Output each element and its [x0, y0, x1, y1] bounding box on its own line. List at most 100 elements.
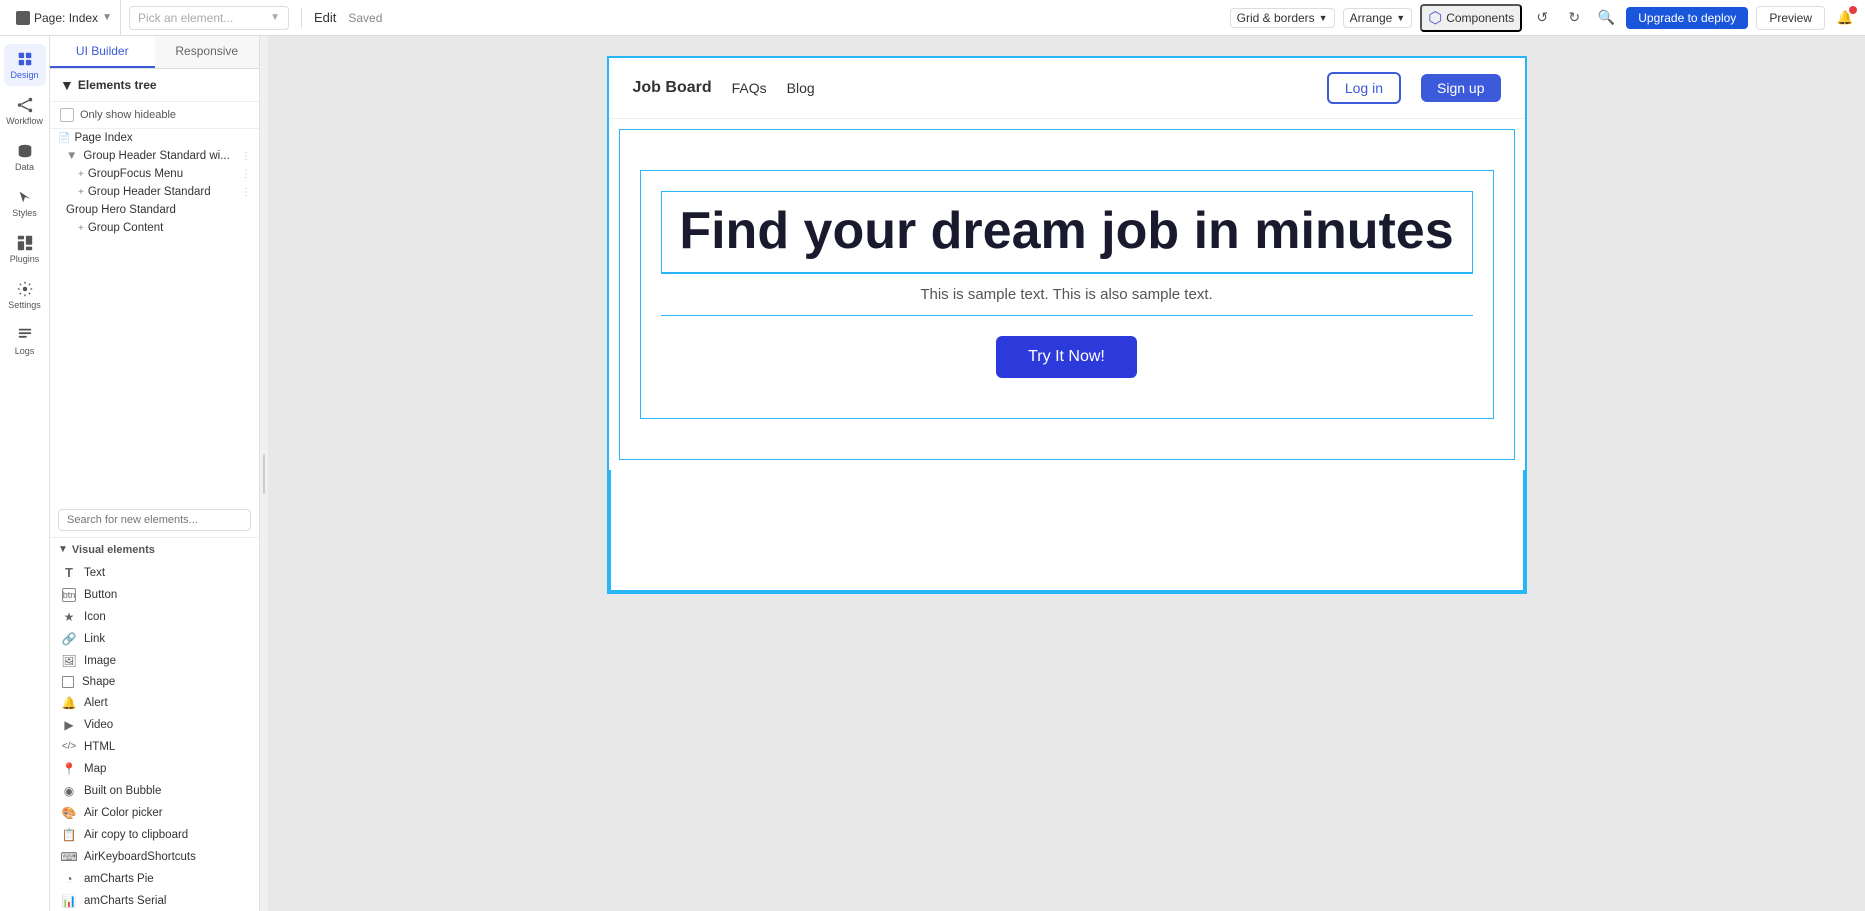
- nav-blog[interactable]: Blog: [787, 80, 815, 96]
- tab-responsive[interactable]: Responsive: [155, 36, 260, 68]
- groupfocus-dots[interactable]: ⋮: [241, 169, 251, 180]
- element-item-amcharts-serial[interactable]: 📊 amCharts Serial: [50, 890, 259, 911]
- canvas-footer-section: [609, 470, 1525, 592]
- left-panel-tabs: UI Builder Responsive: [50, 36, 259, 69]
- tree-items-list: 📄 Page Index ▼ Group Header Standard wi.…: [50, 129, 259, 503]
- design-label: Design: [10, 70, 38, 80]
- arrange-chevron-icon: ▼: [1396, 13, 1405, 23]
- tree-item-page-index[interactable]: 📄 Page Index: [50, 129, 259, 147]
- nav-faqs[interactable]: FAQs: [732, 80, 767, 96]
- saved-status: Saved: [348, 11, 382, 25]
- search-elements-input[interactable]: [58, 509, 251, 531]
- components-cube-icon: ⬡: [1428, 8, 1442, 28]
- canvas-nav: Job Board FAQs Blog Log in Sign up: [609, 58, 1525, 119]
- sidebar-item-logs[interactable]: Logs: [4, 320, 46, 362]
- settings-icon: [16, 280, 34, 298]
- element-item-link[interactable]: 🔗 Link: [50, 628, 259, 650]
- page-dropdown-icon[interactable]: ▼: [102, 12, 112, 23]
- sidebar-item-settings[interactable]: Settings: [4, 274, 46, 316]
- undo-button[interactable]: ↺: [1530, 6, 1554, 30]
- page-icon: [16, 11, 30, 25]
- elements-tree-header: ▼ Elements tree: [50, 69, 259, 102]
- components-button[interactable]: ⬡ Components: [1420, 4, 1522, 32]
- grid-chevron-icon: ▼: [1319, 13, 1328, 23]
- nav-job-board[interactable]: Job Board: [633, 79, 712, 97]
- redo-button[interactable]: ↻: [1562, 6, 1586, 30]
- hero-section: Find your dream job in minutes This is s…: [619, 129, 1515, 460]
- tree-item-group-hero-standard[interactable]: Group Hero Standard: [50, 201, 259, 219]
- amcharts-pie-icon: ◔: [62, 872, 76, 886]
- air-color-picker-icon: 🎨: [62, 806, 76, 820]
- arrange-label: Arrange: [1350, 11, 1393, 25]
- search-button[interactable]: 🔍: [1594, 6, 1618, 30]
- air-copy-clipboard-icon: 📋: [62, 828, 76, 842]
- element-item-image[interactable]: 🖼 Image: [50, 650, 259, 672]
- upgrade-button[interactable]: Upgrade to deploy: [1626, 7, 1748, 29]
- plugins-icon: [16, 234, 34, 252]
- tab-ui-builder[interactable]: UI Builder: [50, 36, 155, 68]
- chevron-right-icon[interactable]: ▼: [60, 77, 74, 93]
- only-show-hideable-label: Only show hideable: [80, 109, 176, 121]
- element-item-icon[interactable]: ★ Icon: [50, 606, 259, 628]
- element-item-alert[interactable]: 🔔 Alert: [50, 692, 259, 714]
- shape-element-icon: [62, 676, 74, 688]
- tree-item-groupfocus-menu[interactable]: + GroupFocus Menu ⋮: [50, 165, 259, 183]
- only-show-hideable-checkbox[interactable]: [60, 108, 74, 122]
- page-indicator[interactable]: Page: Index ▼: [8, 0, 121, 35]
- hero-cta-box: Try It Now!: [661, 315, 1473, 398]
- element-item-video[interactable]: ▶ Video: [50, 714, 259, 736]
- sidebar-item-plugins[interactable]: Plugins: [4, 228, 46, 270]
- nav-login-button[interactable]: Log in: [1327, 72, 1401, 104]
- hero-inner: Find your dream job in minutes This is s…: [640, 170, 1494, 419]
- grid-borders-button[interactable]: Grid & borders ▼: [1230, 8, 1335, 28]
- tree-item-group-content[interactable]: + Group Content: [50, 219, 259, 237]
- element-item-map[interactable]: 📍 Map: [50, 758, 259, 780]
- hero-title: Find your dream job in minutes: [672, 202, 1462, 262]
- visual-elements-section: ▼ Visual elements T Text btn Button ★ Ic…: [50, 538, 259, 911]
- link-element-icon: 🔗: [62, 632, 76, 646]
- divider-1: [301, 8, 302, 28]
- resize-handle[interactable]: [260, 36, 268, 911]
- element-item-shape[interactable]: Shape: [50, 672, 259, 692]
- elements-tree-title: ▼ Elements tree: [60, 77, 157, 93]
- preview-button[interactable]: Preview: [1756, 6, 1825, 30]
- amcharts-serial-icon: 📊: [62, 894, 76, 908]
- group-header-standard-icon: +: [78, 187, 84, 198]
- main-layout: Design Workflow Data Styles Plugins Sett…: [0, 36, 1865, 911]
- element-item-air-color-picker[interactable]: 🎨 Air Color picker: [50, 802, 259, 824]
- tree-item-group-header-standard-inner[interactable]: + Group Header Standard ⋮: [50, 183, 259, 201]
- element-item-airkeyboard[interactable]: ⌨ AirKeyboardShortcuts: [50, 846, 259, 868]
- notification-button[interactable]: 🔔: [1833, 6, 1857, 30]
- sidebar-item-workflow[interactable]: Workflow: [4, 90, 46, 132]
- groupfocus-menu-icon: +: [78, 169, 84, 180]
- logs-label: Logs: [15, 346, 35, 356]
- html-element-icon: </>: [62, 740, 76, 754]
- edit-button[interactable]: Edit: [314, 10, 336, 25]
- page-index-icon: 📄: [58, 133, 70, 144]
- notification-badge: [1849, 6, 1857, 14]
- element-item-button[interactable]: btn Button: [50, 584, 259, 606]
- topbar: Page: Index ▼ Pick an element... ▼ Edit …: [0, 0, 1865, 36]
- pick-element-dropdown[interactable]: Pick an element... ▼: [129, 6, 289, 30]
- sidebar-item-styles[interactable]: Styles: [4, 182, 46, 224]
- page-label: Page: Index: [34, 11, 98, 25]
- element-item-html[interactable]: </> HTML: [50, 736, 259, 758]
- element-item-air-copy-clipboard[interactable]: 📋 Air copy to clipboard: [50, 824, 259, 846]
- tree-item-group-header-standard[interactable]: ▼ Group Header Standard wi... ⋮: [50, 147, 259, 165]
- sidebar-item-data[interactable]: Data: [4, 136, 46, 178]
- element-item-built-on-bubble[interactable]: ◉ Built on Bubble: [50, 780, 259, 802]
- hero-cta-button[interactable]: Try It Now!: [996, 336, 1137, 378]
- element-item-amcharts-pie[interactable]: ◔ amCharts Pie: [50, 868, 259, 890]
- nav-signup-button[interactable]: Sign up: [1421, 74, 1500, 102]
- group-header-dots[interactable]: ⋮: [241, 151, 251, 162]
- element-item-text[interactable]: T Text: [50, 562, 259, 584]
- hero-subtitle: This is sample text. This is also sample…: [673, 286, 1461, 303]
- pick-element-chevron: ▼: [270, 12, 280, 23]
- canvas-wrapper: Job Board FAQs Blog Log in Sign up Find …: [607, 56, 1527, 594]
- visual-elements-header[interactable]: ▼ Visual elements: [50, 538, 259, 562]
- sidebar-item-design[interactable]: Design: [4, 44, 46, 86]
- group-header-chevron-icon: ▼: [66, 150, 77, 162]
- arrange-button[interactable]: Arrange ▼: [1343, 8, 1413, 28]
- settings-label: Settings: [8, 300, 41, 310]
- group-header-standard-dots[interactable]: ⋮: [241, 187, 251, 198]
